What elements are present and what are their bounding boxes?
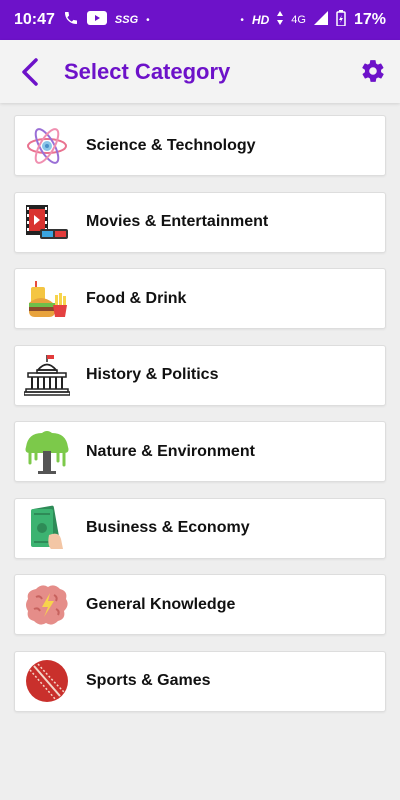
network-type: 4G [291, 14, 306, 26]
cricket-ball-icon [24, 658, 70, 704]
category-card-business-economy[interactable]: Business & Economy [14, 497, 386, 559]
signal-icon [313, 10, 328, 30]
money-hand-icon [24, 505, 70, 551]
settings-button[interactable] [360, 58, 386, 84]
category-card-sports-games[interactable]: Sports & Games [14, 650, 386, 712]
battery-icon [336, 9, 346, 31]
category-card-nature-environment[interactable]: Nature & Environment [14, 421, 386, 482]
brain-icon [24, 582, 70, 628]
chevron-left-icon [22, 57, 38, 86]
category-card-general-knowledge[interactable]: General Knowledge [14, 574, 386, 635]
page-title: Select Category [64, 58, 231, 84]
app-bar: Select Category [0, 40, 400, 103]
hd-indicator: HD [251, 13, 270, 27]
status-bar: 10:47 SSG • • HD 4G 17% [0, 0, 400, 40]
category-label: Sports & Games [86, 672, 211, 689]
category-card-history-politics[interactable]: History & Politics [14, 344, 386, 406]
carrier-tag: SSG [114, 14, 139, 26]
battery-level: 17% [353, 11, 386, 28]
category-label: History & Politics [86, 366, 219, 383]
phone-icon [63, 10, 79, 31]
notification-dot-right: • [240, 14, 244, 26]
category-card-science-technology[interactable]: Science & Technology [14, 115, 386, 176]
status-time: 10:47 [14, 11, 55, 28]
youtube-icon [86, 10, 107, 30]
category-card-movies-entertainment[interactable]: Movies & Entertainment [14, 191, 386, 253]
burger-fries-drink-icon [24, 276, 70, 322]
category-card-food-drink[interactable]: Food & Drink [14, 268, 386, 329]
back-button[interactable] [0, 40, 60, 103]
tree-icon [24, 429, 70, 475]
data-arrows-icon [277, 10, 284, 30]
category-label: General Knowledge [86, 595, 236, 613]
category-label: Movies & Entertainment [86, 213, 269, 230]
atom-icon [24, 123, 70, 169]
category-label: Business & Economy [86, 519, 250, 536]
category-list: Science & Technology Movies & Entertainm… [0, 103, 400, 712]
category-label: Nature & Environment [86, 442, 255, 460]
status-bar-right: • HD 4G 17% [240, 9, 386, 31]
gear-icon [362, 60, 384, 82]
film-3d-glasses-icon [24, 199, 70, 245]
notification-dot: • [146, 14, 150, 26]
capitol-building-icon [24, 352, 70, 398]
status-bar-left: 10:47 SSG • [14, 10, 150, 31]
category-label: Food & Drink [86, 289, 187, 307]
category-label: Science & Technology [86, 136, 256, 154]
